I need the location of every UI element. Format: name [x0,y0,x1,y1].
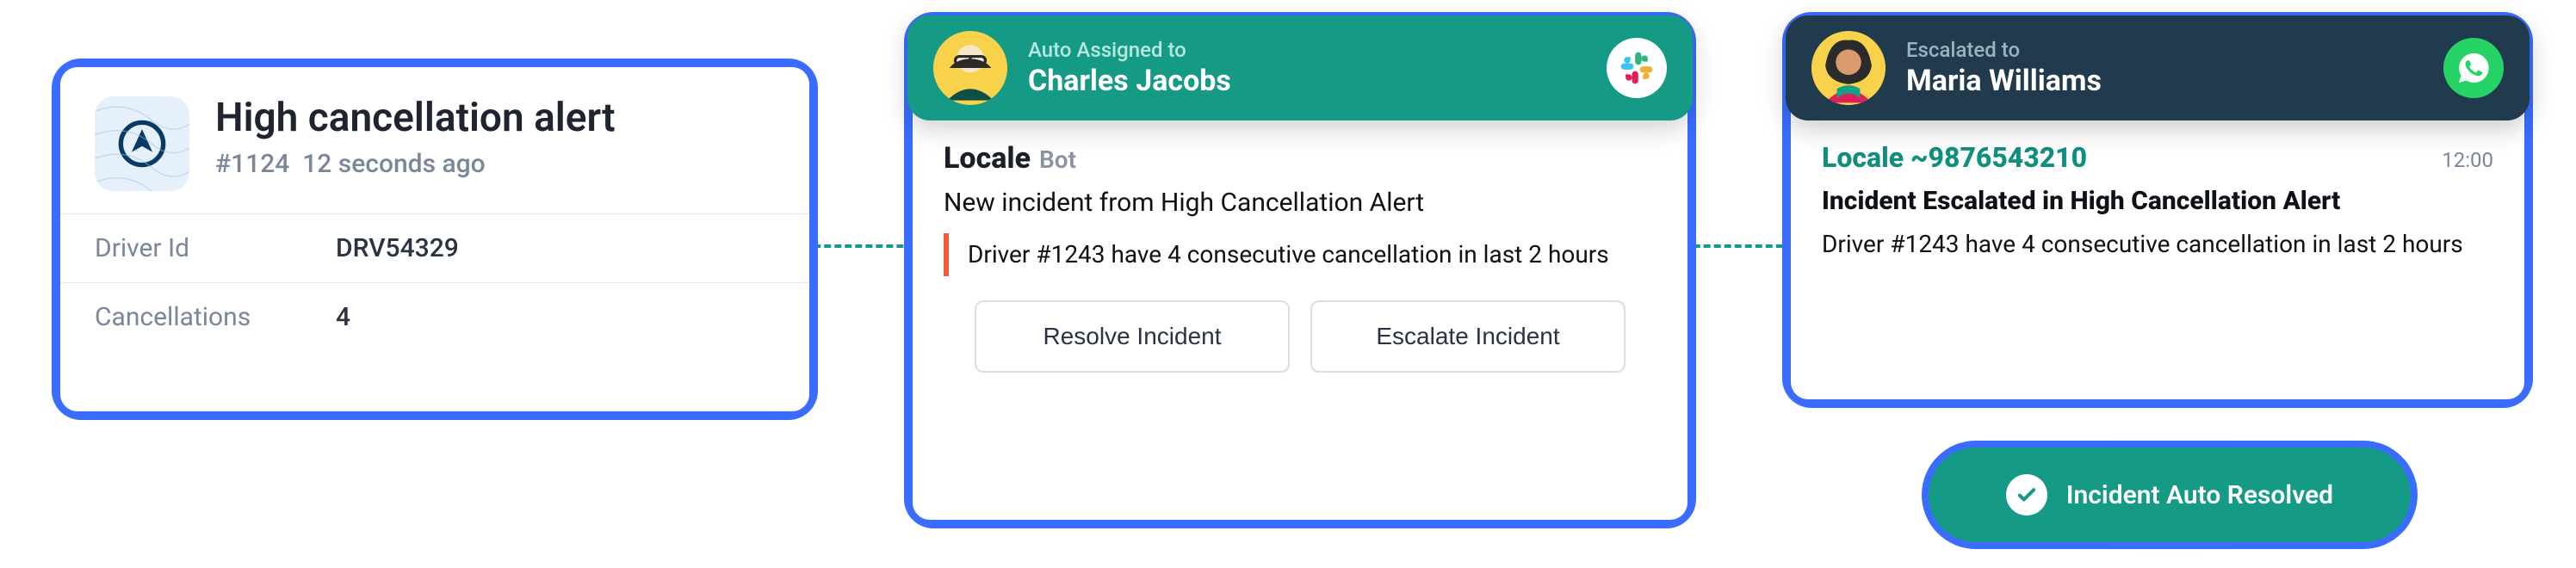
bot-name: Locale [944,141,1031,176]
detail-label: Cancellations [95,302,336,332]
escalatee-name: Maria Williams [1906,64,2102,98]
alert-subtitle: #1124 12 seconds ago [215,149,616,179]
alert-age: 12 seconds ago [302,149,485,179]
check-circle-icon [2006,474,2047,516]
detail-value: 4 [336,302,350,332]
locale-source: Locale ~9876543210 [1822,141,2087,174]
bot-tag: Bot [1039,145,1076,174]
escalatee-header: Escalated to Maria Williams [1786,15,2530,120]
slack-icon [1607,38,1667,98]
escalation-body: Driver #1243 have 4 consecutive cancella… [1822,228,2493,261]
assignee-sublabel: Auto Assigned to [1028,38,1231,62]
resolution-label: Incident Auto Resolved [2066,480,2333,510]
escalatee-avatar-icon [1811,31,1886,105]
detail-row: Driver Id DRV54329 [60,213,809,282]
alert-title: High cancellation alert [215,96,616,140]
whatsapp-icon [2443,38,2504,98]
escalate-incident-button[interactable]: Escalate Incident [1310,300,1625,373]
escalation-title: Incident Escalated in High Cancellation … [1822,186,2493,216]
navigation-icon [95,96,189,191]
assignee-name: Charles Jacobs [1028,64,1231,98]
slack-card: Locale Bot New incident from High Cancell… [913,21,1687,520]
escalatee-sublabel: Escalated to [1906,38,2102,62]
detail-label: Driver Id [95,233,336,263]
detail-value: DRV54329 [336,233,459,263]
assignee-avatar-icon [933,31,1007,105]
whatsapp-card: Locale ~9876543210 12:00 Incident Escala… [1791,21,2524,399]
assignee-header: Auto Assigned to Charles Jacobs [907,15,1693,120]
message-timestamp: 12:00 [2442,148,2493,172]
incident-title: New incident from High Cancellation Aler… [944,188,1656,218]
alert-card: High cancellation alert #1124 12 seconds… [60,67,809,411]
incident-body: Driver #1243 have 4 consecutive cancella… [944,233,1656,276]
bot-author: Locale Bot [944,141,1656,176]
detail-row: Cancellations 4 [60,282,809,351]
resolution-pill: Incident Auto Resolved [1929,448,2411,542]
resolve-incident-button[interactable]: Resolve Incident [975,300,1290,373]
ticket-id: #1124 [215,149,289,179]
